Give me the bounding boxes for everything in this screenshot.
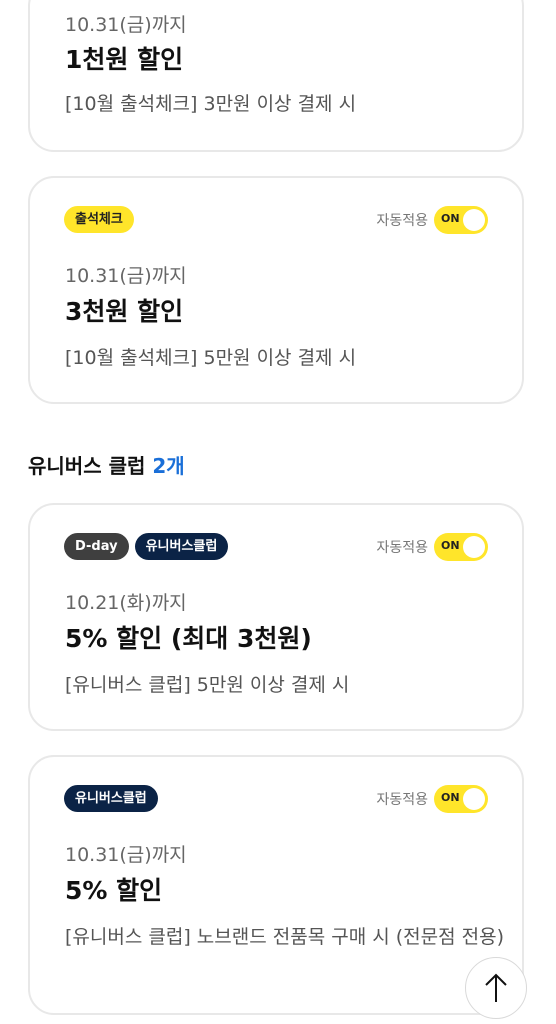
- coupon-discount: 5% 할인 (최대 3천원): [65, 624, 312, 653]
- coupon-condition: [10월 출석체크] 3만원 이상 결제 시: [65, 93, 357, 115]
- section-title: 유니버스 클럽 2개: [28, 450, 185, 479]
- universe-club-badge: 유니버스클럽: [64, 785, 158, 812]
- auto-apply: 자동적용 ON: [376, 785, 488, 813]
- coupon-expiry: 10.31(금)까지: [65, 14, 187, 36]
- toggle-knob: [463, 209, 485, 231]
- auto-apply: 자동적용 ON: [376, 533, 488, 561]
- coupon-badges: 출석체크: [64, 206, 134, 233]
- coupon-card[interactable]: D-day 유니버스클럽 자동적용 ON 10.21(화)까지 5% 할인 (최…: [28, 503, 524, 731]
- auto-apply-label: 자동적용: [376, 792, 428, 808]
- coupon-discount: 1천원 할인: [65, 45, 184, 74]
- coupon-badges: 유니버스클럽: [64, 785, 158, 812]
- coupon-condition: [유니버스 클럽] 노브랜드 전품목 구매 시 (전문점 전용): [65, 926, 505, 948]
- auto-apply-toggle[interactable]: ON: [434, 533, 488, 561]
- coupon-expiry: 10.21(화)까지: [65, 592, 187, 614]
- section-title-text: 유니버스 클럽: [28, 454, 146, 478]
- toggle-knob: [463, 536, 485, 558]
- dday-badge: D-day: [64, 533, 129, 560]
- coupon-discount: 3천원 할인: [65, 297, 184, 326]
- coupon-condition: [10월 출석체크] 5만원 이상 결제 시: [65, 347, 357, 369]
- toggle-state: ON: [441, 212, 460, 225]
- coupon-card[interactable]: 유니버스클럽 자동적용 ON 10.31(금)까지 5% 할인 [유니버스 클럽…: [28, 755, 524, 1015]
- coupon-card[interactable]: 10.31(금)까지 1천원 할인 [10월 출석체크] 3만원 이상 결제 시: [28, 0, 524, 152]
- coupon-badges: D-day 유니버스클럽: [64, 533, 229, 560]
- coupon-expiry: 10.31(금)까지: [65, 265, 187, 287]
- section-count: 2개: [152, 454, 185, 478]
- coupon-expiry: 10.31(금)까지: [65, 844, 187, 866]
- coupon-condition: [유니버스 클럽] 5만원 이상 결제 시: [65, 674, 350, 696]
- arrow-up-icon: [485, 973, 507, 1002]
- toggle-state: ON: [441, 791, 460, 804]
- auto-apply-toggle[interactable]: ON: [434, 206, 488, 234]
- auto-apply: 자동적용 ON: [376, 206, 488, 234]
- toggle-knob: [463, 788, 485, 810]
- auto-apply-label: 자동적용: [376, 540, 428, 556]
- scroll-top-button[interactable]: [465, 957, 527, 1019]
- auto-apply-toggle[interactable]: ON: [434, 785, 488, 813]
- coupon-card[interactable]: 출석체크 자동적용 ON 10.31(금)까지 3천원 할인 [10월 출석체크…: [28, 176, 524, 404]
- toggle-state: ON: [441, 539, 460, 552]
- auto-apply-label: 자동적용: [376, 213, 428, 229]
- universe-club-badge: 유니버스클럽: [134, 533, 229, 560]
- attendance-badge: 출석체크: [64, 206, 134, 233]
- coupon-discount: 5% 할인: [65, 876, 163, 905]
